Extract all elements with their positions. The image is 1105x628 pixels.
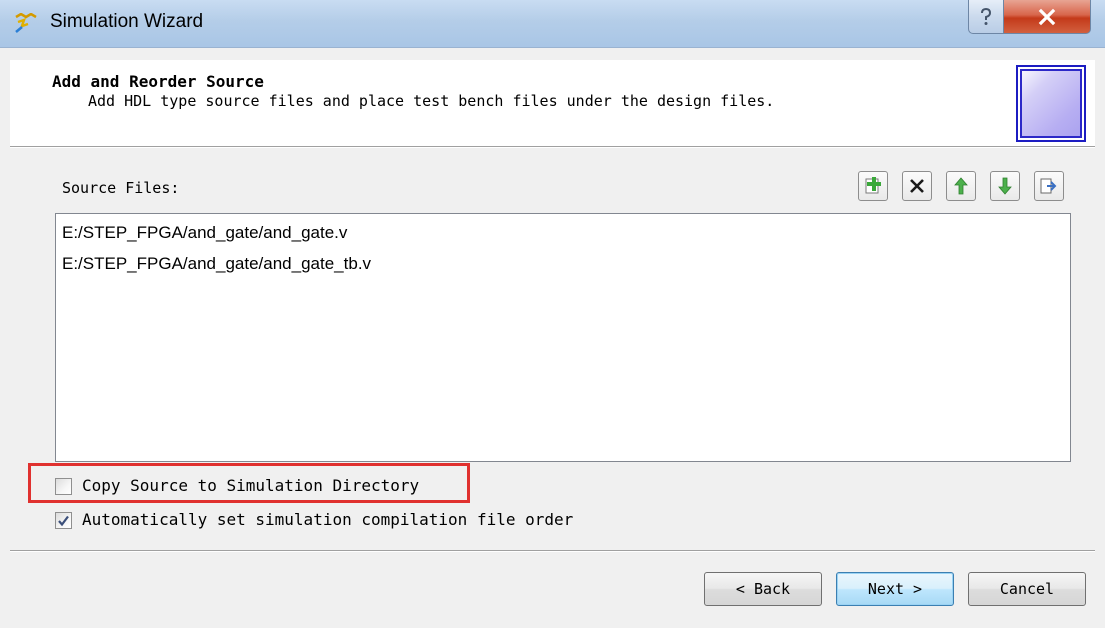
wizard-banner-image xyxy=(1016,65,1086,142)
source-files-list[interactable]: E:/STEP_FPGA/and_gate/and_gate.v E:/STEP… xyxy=(55,213,1071,462)
wizard-header: Add and Reorder Source Add HDL type sour… xyxy=(10,60,1095,146)
title-bar: Simulation Wizard xyxy=(0,0,1105,48)
close-x-icon xyxy=(1038,8,1056,25)
move-down-button[interactable] xyxy=(990,171,1020,201)
copy-source-option[interactable]: Copy Source to Simulation Directory xyxy=(55,474,419,498)
auto-order-checkbox[interactable] xyxy=(55,511,72,529)
export-button[interactable] xyxy=(1034,171,1064,201)
close-button[interactable] xyxy=(1003,0,1091,34)
next-button[interactable]: Next > xyxy=(836,572,954,606)
add-file-button[interactable] xyxy=(858,171,888,201)
header-divider xyxy=(10,146,1095,148)
source-files-label: Source Files: xyxy=(62,179,180,197)
remove-icon xyxy=(910,179,924,193)
auto-order-label: Automatically set simulation compilation… xyxy=(82,510,574,529)
auto-order-option[interactable]: Automatically set simulation compilation… xyxy=(55,508,573,532)
page-subtitle: Add HDL type source files and place test… xyxy=(88,92,775,110)
back-button[interactable]: < Back xyxy=(704,572,822,606)
app-logo-icon xyxy=(14,12,38,35)
help-button[interactable] xyxy=(968,0,1004,34)
add-file-icon xyxy=(865,177,881,194)
window-title: Simulation Wizard xyxy=(50,11,204,32)
checkmark-icon xyxy=(58,515,69,526)
page-title: Add and Reorder Source xyxy=(52,72,264,91)
simulation-wizard-window: Simulation Wizard Add and Reorder Source… xyxy=(0,0,1105,628)
copy-source-checkbox[interactable] xyxy=(55,477,72,495)
list-item[interactable]: E:/STEP_FPGA/and_gate/and_gate.v xyxy=(62,222,347,244)
footer-divider xyxy=(10,550,1095,552)
move-up-icon xyxy=(954,177,968,195)
question-mark-icon xyxy=(981,7,992,25)
move-down-icon xyxy=(998,177,1012,195)
copy-source-label: Copy Source to Simulation Directory xyxy=(82,476,420,495)
export-icon xyxy=(1040,178,1057,194)
list-item[interactable]: E:/STEP_FPGA/and_gate/and_gate_tb.v xyxy=(62,253,371,275)
move-up-button[interactable] xyxy=(946,171,976,201)
cancel-button[interactable]: Cancel xyxy=(968,572,1086,606)
remove-file-button[interactable] xyxy=(902,171,932,201)
